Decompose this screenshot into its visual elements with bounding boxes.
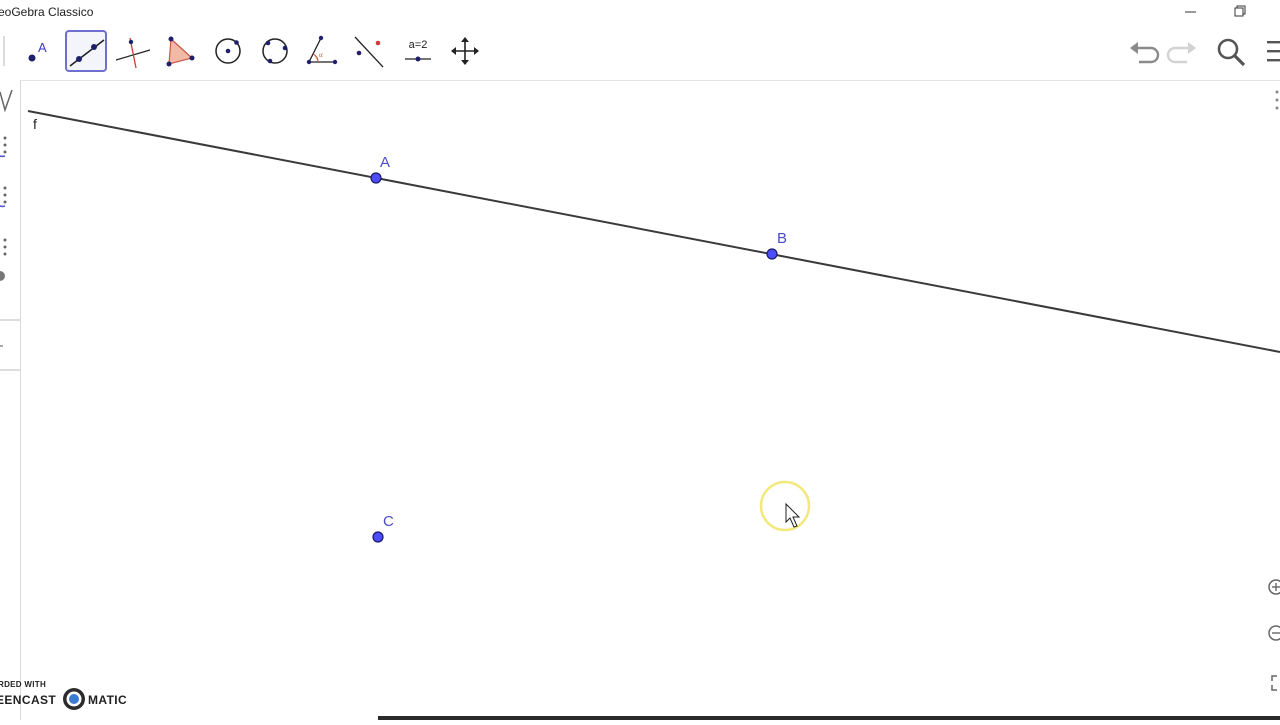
menu-icon xyxy=(1267,41,1280,62)
algebra-panel-icons xyxy=(0,89,20,371)
move-arrows-icon xyxy=(451,37,479,65)
reflect-icon xyxy=(354,36,384,68)
tool-partial[interactable] xyxy=(0,30,10,72)
fullscreen-icon xyxy=(1271,675,1277,691)
circle-three-points-icon xyxy=(262,38,288,64)
slider-icon xyxy=(405,56,431,62)
zoom-out-icon xyxy=(1268,625,1280,641)
watermark: RDED WITH EENCAST MATIC xyxy=(0,676,140,716)
polygon-tool[interactable] xyxy=(159,30,201,72)
fullscreen-button[interactable] xyxy=(1260,668,1280,696)
perpendicular-line-tool[interactable] xyxy=(112,30,154,72)
circle-three-points-tool[interactable] xyxy=(254,30,296,72)
zoom-in-icon xyxy=(1268,579,1280,595)
restore-button[interactable] xyxy=(1230,3,1250,21)
redo-button[interactable] xyxy=(1165,36,1199,68)
minimize-button[interactable] xyxy=(1181,3,1201,21)
move-graphics-view-tool[interactable] xyxy=(444,30,486,72)
point-a[interactable] xyxy=(370,172,382,184)
point-c-label: C xyxy=(383,513,394,530)
search-icon xyxy=(1217,38,1246,67)
point-b[interactable] xyxy=(766,248,778,260)
undo-button[interactable] xyxy=(1127,36,1161,68)
angle-tool[interactable]: α xyxy=(301,30,343,72)
cursor-highlight xyxy=(759,480,811,532)
line-tool[interactable] xyxy=(65,30,107,72)
graphics-view-menu-icon[interactable] xyxy=(1275,90,1279,110)
watermark-brand-right: MATIC xyxy=(88,693,128,707)
point-c[interactable] xyxy=(372,531,384,543)
perpendicular-icon xyxy=(115,37,151,69)
screencast-logo-icon xyxy=(63,688,85,710)
menu-button[interactable] xyxy=(1264,36,1280,68)
zoom-in-button[interactable] xyxy=(1260,574,1280,602)
minimize-icon xyxy=(1185,11,1196,13)
point-b-label: B xyxy=(777,230,788,247)
line-icon xyxy=(69,39,105,67)
construction-svg xyxy=(27,90,1280,543)
point-a-label: A xyxy=(380,154,391,171)
partial-tool-icon xyxy=(3,36,5,66)
svg-text:A: A xyxy=(38,40,47,55)
polygon-icon xyxy=(166,36,195,67)
line-f-label: f xyxy=(33,116,37,132)
watermark-brand-left: EENCAST xyxy=(0,693,57,707)
angle-icon: α xyxy=(306,35,338,65)
reflect-tool[interactable] xyxy=(348,30,390,72)
graphics-view[interactable]: f A B C xyxy=(20,80,1280,720)
mouse-pointer-icon xyxy=(785,502,801,528)
watermark-line1: RDED WITH xyxy=(0,680,47,689)
redo-icon xyxy=(1166,42,1196,64)
zoom-out-button[interactable] xyxy=(1260,620,1280,648)
undo-icon xyxy=(1130,42,1160,64)
point-icon: A xyxy=(28,40,47,62)
circle-center-point-tool[interactable] xyxy=(207,30,249,72)
slider-tool[interactable]: a=2 xyxy=(397,30,439,72)
svg-text:α: α xyxy=(319,51,323,59)
restore-icon xyxy=(1234,5,1246,17)
point-tool[interactable]: A xyxy=(18,30,60,72)
taskbar-edge xyxy=(378,716,1280,720)
circle-center-icon xyxy=(215,38,241,64)
toolbar: A α a=2 xyxy=(0,24,1280,81)
line-f[interactable] xyxy=(27,110,1280,353)
algebra-panel[interactable] xyxy=(0,80,21,720)
search-button[interactable] xyxy=(1214,36,1248,68)
title-bar: eoGebra Classico xyxy=(0,0,1280,24)
app-title: eoGebra Classico xyxy=(0,5,94,19)
